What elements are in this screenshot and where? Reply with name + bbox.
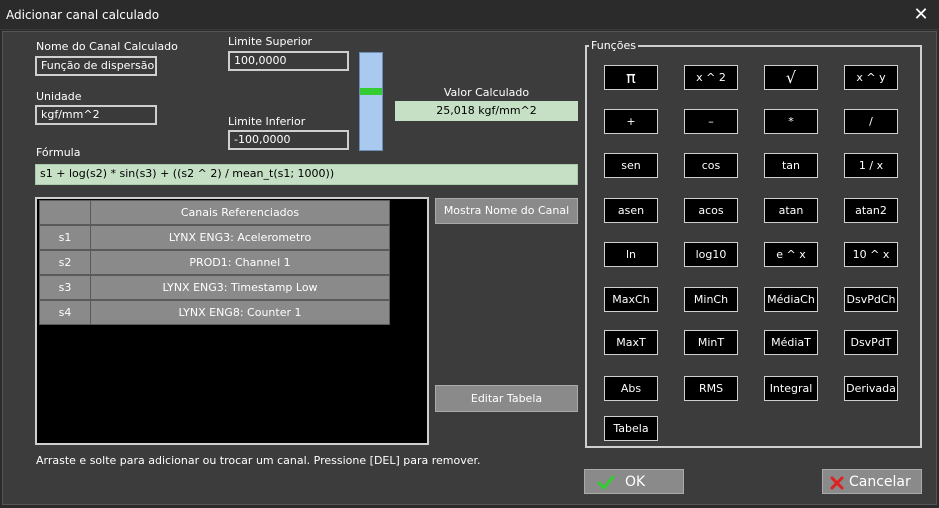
- func-button-abs[interactable]: Abs: [604, 376, 658, 401]
- table-row-channel[interactable]: PROD1: Channel 1: [90, 250, 390, 275]
- func-button-mediach[interactable]: MédiaCh: [764, 287, 818, 312]
- func-button-atan[interactable]: atan: [764, 198, 818, 223]
- slider-thumb[interactable]: [360, 88, 382, 95]
- check-icon: [597, 475, 615, 490]
- x-icon: [830, 476, 844, 490]
- formula-input[interactable]: s1 + log(s2) * sin(s3) + ((s2 ^ 2) / mea…: [35, 164, 578, 185]
- func-button-square[interactable]: x ^ 2: [684, 65, 738, 90]
- close-icon[interactable]: ✕: [910, 4, 932, 26]
- func-button-tan[interactable]: tan: [764, 153, 818, 178]
- func-button-minch[interactable]: MinCh: [684, 287, 738, 312]
- cancel-button[interactable]: Cancelar: [822, 469, 922, 494]
- drag-drop-hint: Arraste e solte para adicionar ou trocar…: [36, 454, 481, 467]
- edit-table-button[interactable]: Editar Tabela: [435, 385, 578, 412]
- table-row-id[interactable]: s3: [39, 275, 91, 300]
- unit-input[interactable]: kgf/mm^2: [35, 105, 157, 125]
- func-button-asen[interactable]: asen: [604, 198, 658, 223]
- func-button-plus[interactable]: +: [604, 109, 658, 134]
- table-header: Canais Referenciados: [90, 200, 390, 225]
- referenced-channels-table[interactable]: Canais Referenciados s1 LYNX ENG3: Acele…: [35, 197, 429, 445]
- func-button-tabela[interactable]: Tabela: [604, 416, 658, 441]
- func-button-mediat[interactable]: MédiaT: [764, 330, 818, 355]
- upper-limit-input[interactable]: 100,0000: [228, 51, 349, 71]
- cancel-label: Cancelar: [849, 474, 911, 490]
- func-button-pi[interactable]: π: [604, 65, 658, 90]
- func-button-reciprocal[interactable]: 1 / x: [844, 153, 898, 178]
- func-button-multiply[interactable]: *: [764, 109, 818, 134]
- channel-name-input[interactable]: Função de dispersão: [35, 56, 157, 76]
- title-bar: Adicionar canal calculado ✕: [0, 0, 939, 30]
- func-button-integral[interactable]: Integral: [764, 376, 818, 401]
- ok-label: OK: [625, 474, 646, 490]
- func-button-minus[interactable]: –: [684, 109, 738, 134]
- table-row-id[interactable]: s2: [39, 250, 91, 275]
- func-button-divide[interactable]: /: [844, 109, 898, 134]
- func-button-derivada[interactable]: Derivada: [844, 376, 898, 401]
- func-button-sen[interactable]: sen: [604, 153, 658, 178]
- table-row-id[interactable]: s1: [39, 225, 91, 250]
- calc-value-label: Valor Calculado: [443, 86, 530, 99]
- unit-label: Unidade: [36, 90, 82, 103]
- func-button-dsvpdt[interactable]: DsvPdT: [844, 330, 898, 355]
- range-slider[interactable]: [359, 52, 383, 151]
- func-button-ln[interactable]: ln: [604, 242, 658, 267]
- table-row-id[interactable]: s4: [39, 300, 91, 325]
- table-row-channel[interactable]: LYNX ENG3: Acelerometro: [90, 225, 390, 250]
- table-corner-header: [39, 200, 91, 225]
- channel-name-label: Nome do Canal Calculado: [36, 40, 178, 53]
- lower-limit-label: Limite Inferior: [228, 115, 306, 128]
- show-channel-name-button[interactable]: Mostra Nome do Canal: [435, 198, 578, 224]
- func-button-cos[interactable]: cos: [684, 153, 738, 178]
- func-button-sqrt[interactable]: √: [764, 65, 818, 90]
- func-button-exp[interactable]: e ^ x: [764, 242, 818, 267]
- func-button-maxt[interactable]: MaxT: [604, 330, 658, 355]
- func-button-mint[interactable]: MinT: [684, 330, 738, 355]
- ok-button[interactable]: OK: [584, 469, 684, 494]
- window-title: Adicionar canal calculado: [6, 8, 160, 22]
- upper-limit-label: Limite Superior: [228, 35, 313, 48]
- func-button-log10[interactable]: log10: [684, 242, 738, 267]
- lower-limit-input[interactable]: -100,0000: [228, 130, 349, 150]
- table-row-channel[interactable]: LYNX ENG8: Counter 1: [90, 300, 390, 325]
- func-button-maxch[interactable]: MaxCh: [604, 287, 658, 312]
- func-button-dsvpdch[interactable]: DsvPdCh: [844, 287, 898, 312]
- func-button-power[interactable]: x ^ y: [844, 65, 898, 90]
- func-button-rms[interactable]: RMS: [684, 376, 738, 401]
- func-button-atan2[interactable]: atan2: [844, 198, 898, 223]
- calc-value-display: 25,018 kgf/mm^2: [395, 101, 578, 121]
- functions-legend: Funções: [589, 39, 638, 52]
- func-button-acos[interactable]: acos: [684, 198, 738, 223]
- table-row-channel[interactable]: LYNX ENG3: Timestamp Low: [90, 275, 390, 300]
- func-button-pow10[interactable]: 10 ^ x: [844, 242, 898, 267]
- formula-label: Fórmula: [36, 146, 81, 159]
